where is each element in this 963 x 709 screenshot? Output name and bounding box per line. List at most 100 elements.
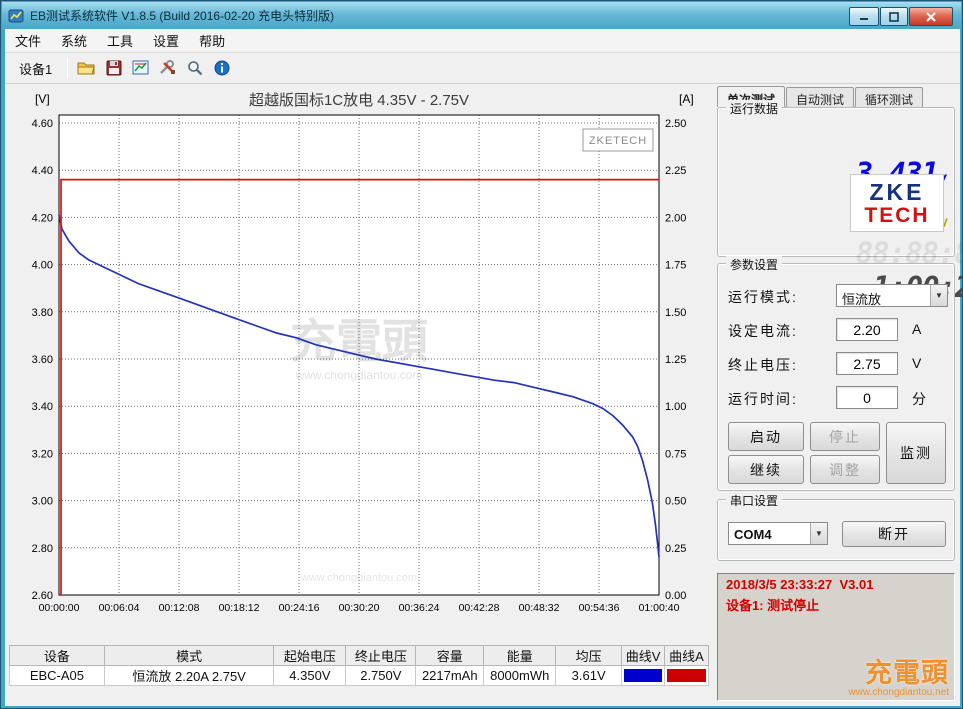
- curve-view-button[interactable]: [127, 55, 154, 81]
- set-current-unit: A: [912, 321, 921, 337]
- col-energy: 能量: [484, 646, 556, 666]
- svg-text:1.25: 1.25: [665, 354, 686, 366]
- monitor-button[interactable]: 监测: [886, 422, 946, 484]
- curve-a-swatch: [667, 669, 706, 682]
- run-time-input[interactable]: [836, 386, 898, 409]
- minimize-button[interactable]: [849, 7, 879, 26]
- status-message: 设备1: 测试停止: [718, 592, 954, 614]
- svg-text:00:48:32: 00:48:32: [519, 602, 560, 614]
- settings-tools-button[interactable]: [154, 55, 181, 81]
- maximize-icon: [889, 12, 899, 22]
- run-time-label: 运行时间:: [728, 389, 798, 409]
- client-area: 文件 系统 工具 设置 帮助 设备1: [5, 29, 960, 706]
- cell-energy: 8000mWh: [484, 666, 556, 686]
- svg-text:[V]: [V]: [35, 92, 50, 106]
- svg-text:4.00: 4.00: [32, 260, 53, 272]
- save-button[interactable]: [100, 55, 127, 81]
- col-device: 设备: [10, 646, 105, 666]
- cutoff-voltage-input[interactable]: [836, 352, 898, 375]
- svg-text:[A]: [A]: [679, 92, 694, 106]
- svg-text:4.20: 4.20: [32, 212, 53, 224]
- resume-button[interactable]: 继续: [728, 455, 804, 484]
- serial-group: 串口设置 COM4 ▼ 断开: [717, 499, 955, 561]
- cell-mode: 恒流放 2.20A 2.75V: [104, 666, 274, 686]
- cutoff-voltage-row: 终止电压: V: [718, 352, 954, 376]
- close-button[interactable]: [909, 7, 953, 26]
- cell-end-voltage: 2.750V: [346, 666, 416, 686]
- run-mode-row: 运行模式: 恒流放 ▼: [718, 284, 954, 308]
- results-table: 设备 模式 起始电压 终止电压 容量 能量 均压 曲线V 曲线A EBC-A05…: [9, 645, 709, 686]
- minimize-icon: [859, 12, 869, 21]
- com-port-select[interactable]: COM4 ▼: [728, 522, 828, 545]
- maximize-button[interactable]: [880, 7, 908, 26]
- table-row[interactable]: EBC-A05 恒流放 2.20A 2.75V 4.350V 2.750V 22…: [10, 666, 709, 686]
- svg-text:00:18:12: 00:18:12: [219, 602, 260, 614]
- open-file-button[interactable]: [73, 55, 100, 81]
- zoom-button[interactable]: [181, 55, 208, 81]
- title-bar: EB测试系统软件 V1.8.5 (Build 2016-02-20 充电头特别版…: [2, 2, 961, 29]
- tab-cycle-test[interactable]: 循环测试: [855, 87, 923, 108]
- discharge-chart: 超越版国标1C放电 4.35V - 2.75V[V][A]充電頭www.chon…: [7, 85, 709, 637]
- svg-text:1.75: 1.75: [665, 260, 686, 272]
- close-icon: [926, 12, 936, 22]
- stop-button[interactable]: 停止: [810, 422, 880, 451]
- chart-area: 超越版国标1C放电 4.35V - 2.75V[V][A]充電頭www.chon…: [7, 85, 709, 637]
- tab-auto-test[interactable]: 自动测试: [786, 87, 854, 108]
- chongdiantou-watermark: 充電頭 www.chongdiantou.net: [848, 659, 949, 698]
- cell-curve-a: [665, 666, 709, 686]
- col-avg-voltage: 均压: [556, 646, 622, 666]
- svg-text:00:42:28: 00:42:28: [459, 602, 500, 614]
- cell-avg-voltage: 3.61V: [556, 666, 622, 686]
- menu-item-settings[interactable]: 设置: [143, 28, 189, 53]
- run-time-row: 运行时间: 分: [718, 386, 954, 410]
- svg-text:1.50: 1.50: [665, 307, 686, 319]
- svg-text:0.00: 0.00: [665, 590, 686, 602]
- svg-text:3.20: 3.20: [32, 448, 53, 460]
- about-button[interactable]: [208, 55, 235, 81]
- toolbar: 设备1: [5, 53, 960, 84]
- col-capacity: 容量: [416, 646, 484, 666]
- cell-start-voltage: 4.350V: [274, 666, 346, 686]
- svg-text:2.80: 2.80: [32, 543, 53, 555]
- run-time-unit: 分: [912, 389, 926, 409]
- chart-icon: [132, 60, 149, 76]
- disconnect-button[interactable]: 断开: [842, 521, 946, 547]
- svg-text:0.75: 0.75: [665, 448, 686, 460]
- chevron-down-icon[interactable]: ▼: [930, 285, 947, 306]
- status-panel: 2018/3/5 23:33:27 V3.01 设备1: 测试停止 充電頭 ww…: [717, 573, 955, 701]
- status-timestamp: 2018/3/5 23:33:27 V3.01: [718, 574, 954, 592]
- cell-capacity: 2217mAh: [416, 666, 484, 686]
- start-button[interactable]: 启动: [728, 422, 804, 451]
- cutoff-voltage-unit: V: [912, 355, 921, 371]
- menu-bar: 文件 系统 工具 设置 帮助: [5, 29, 960, 53]
- adjust-button[interactable]: 调整: [810, 455, 880, 484]
- svg-text:01:00:40: 01:00:40: [639, 602, 680, 614]
- menu-item-file[interactable]: 文件: [5, 28, 51, 53]
- menu-item-system[interactable]: 系统: [51, 28, 97, 53]
- set-current-input[interactable]: [836, 318, 898, 341]
- col-curve-a: 曲线A: [665, 646, 709, 666]
- magnifier-icon: [187, 60, 203, 76]
- col-mode: 模式: [104, 646, 274, 666]
- run-data-group: 运行数据 3.431v 0.000A 00.00w 88:88:88 1:00:…: [717, 107, 955, 257]
- set-current-label: 设定电流:: [728, 321, 798, 341]
- chevron-down-icon[interactable]: ▼: [810, 523, 827, 544]
- device-1-button[interactable]: 设备1: [9, 54, 62, 83]
- set-current-row: 设定电流: A: [718, 318, 954, 342]
- tools-icon: [159, 60, 176, 76]
- svg-text:4.40: 4.40: [32, 165, 53, 177]
- svg-text:3.60: 3.60: [32, 354, 53, 366]
- cell-curve-v: [622, 666, 665, 686]
- svg-text:4.60: 4.60: [32, 118, 53, 130]
- cell-device: EBC-A05: [10, 666, 105, 686]
- svg-text:3.40: 3.40: [32, 401, 53, 413]
- svg-text:2.25: 2.25: [665, 165, 686, 177]
- run-mode-select[interactable]: 恒流放 ▼: [836, 284, 948, 307]
- parameters-group: 参数设置 运行模式: 恒流放 ▼ 设定电流: A 终止电压: V 运行时间:: [717, 263, 955, 491]
- svg-text:超越版国标1C放电 4.35V - 2.75V: 超越版国标1C放电 4.35V - 2.75V: [249, 92, 469, 109]
- parameters-legend: 参数设置: [726, 256, 782, 273]
- menu-item-tools[interactable]: 工具: [97, 28, 143, 53]
- col-end-voltage: 终止电压: [346, 646, 416, 666]
- col-start-voltage: 起始电压: [274, 646, 346, 666]
- menu-item-help[interactable]: 帮助: [189, 28, 235, 53]
